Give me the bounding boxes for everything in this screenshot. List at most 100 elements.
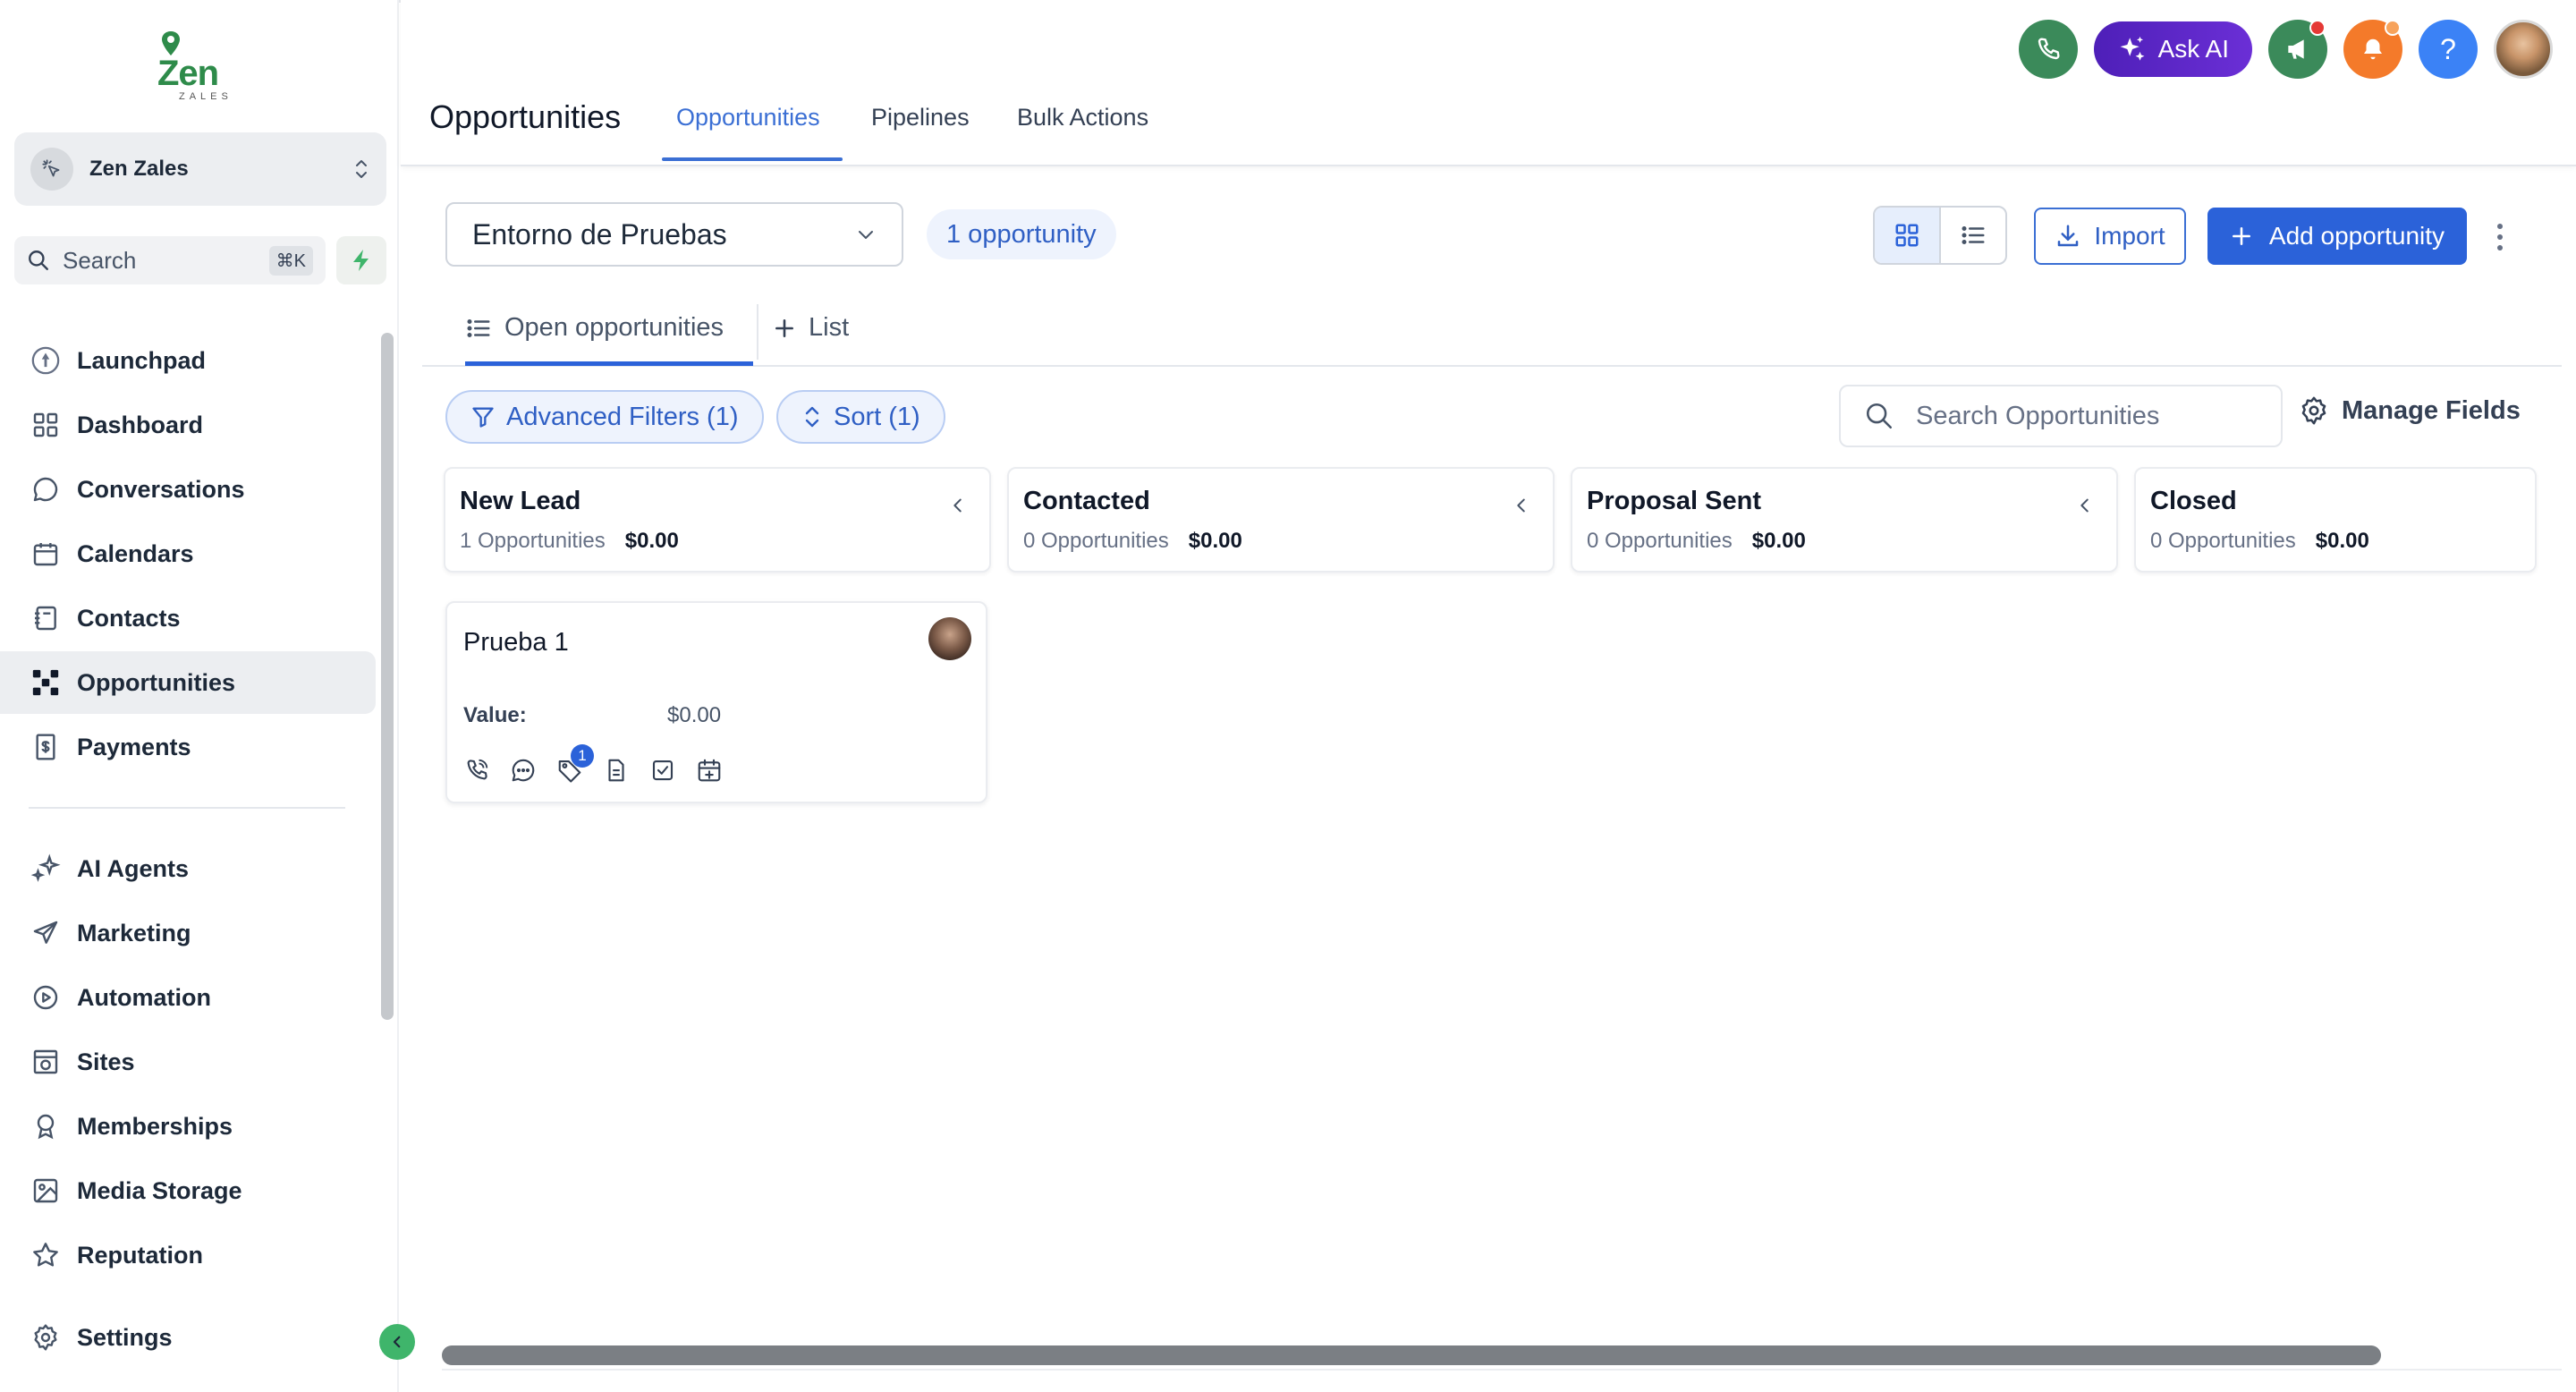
plus-icon	[2232, 227, 2250, 245]
tab-label: List	[809, 313, 850, 342]
sidebar-item-payments[interactable]: Payments	[0, 716, 376, 778]
notes-action[interactable]	[601, 755, 631, 785]
account-switcher[interactable]: Zen Zales	[14, 132, 386, 206]
sidebar-item-calendars[interactable]: Calendars	[0, 522, 376, 585]
chat-icon	[29, 472, 63, 506]
pipeline-value: Entorno de Pruebas	[472, 217, 727, 250]
board-horizontal-scrollbar[interactable]	[442, 1345, 2381, 1365]
message-action[interactable]	[508, 755, 538, 785]
sidebar-item-marketing[interactable]: Marketing	[0, 902, 376, 964]
collapse-sidebar-button[interactable]	[379, 1324, 415, 1360]
notifications-button[interactable]	[2343, 20, 2402, 79]
calendar-icon	[29, 537, 63, 571]
assignee-avatar[interactable]	[928, 617, 971, 660]
megaphone-icon	[2288, 39, 2304, 59]
sidebar-item-automation[interactable]: Automation	[0, 966, 376, 1029]
add-opportunity-button[interactable]: Add opportunity	[2207, 208, 2467, 265]
checkbox-icon	[652, 760, 674, 781]
chat-icon	[512, 759, 535, 782]
globe-icon	[29, 1045, 63, 1079]
sort-button[interactable]: Sort (1)	[776, 390, 945, 444]
notification-dot	[2385, 20, 2401, 36]
stage-count: 0 Opportunities	[1587, 529, 1733, 553]
gear-icon	[2301, 396, 2326, 425]
card-actions: 1	[462, 744, 724, 785]
advanced-filters-button[interactable]: Advanced Filters (1)	[445, 390, 764, 444]
stage-title: Closed	[2150, 487, 2237, 515]
chevron-left-icon[interactable]	[948, 496, 968, 515]
phone-icon	[2038, 38, 2060, 60]
opportunity-card[interactable]: Prueba 1 Value: $0.00 1	[445, 601, 987, 803]
pipeline-select[interactable]: Entorno de Pruebas	[445, 202, 903, 267]
user-avatar[interactable]	[2494, 20, 2553, 79]
opportunity-title: Prueba 1	[463, 628, 569, 657]
help-icon: ?	[2440, 32, 2456, 65]
opportunities-icon	[29, 666, 63, 700]
stage-column-closed: Closed 0 Opportunities $0.00	[2134, 467, 2537, 573]
sidebar-item-opportunities[interactable]: Opportunities	[0, 651, 376, 714]
stage-title: Contacted	[1023, 487, 1150, 515]
sort-icon	[805, 406, 819, 428]
chevron-left-icon[interactable]	[1512, 496, 1531, 515]
call-action[interactable]	[462, 755, 492, 785]
sidebar-item-memberships[interactable]: Memberships	[0, 1095, 376, 1158]
payments-icon	[29, 730, 63, 764]
sidebar-nav-footer: Settings	[0, 1306, 376, 1371]
stage-count: 1 Opportunities	[460, 529, 606, 553]
tab-opportunities[interactable]: Opportunities	[676, 104, 820, 132]
sidebar-item-contacts[interactable]: Contacts	[0, 587, 376, 649]
stage-column-proposal-sent: Proposal Sent 0 Opportunities $0.00	[1571, 467, 2118, 573]
chevron-left-icon[interactable]	[2075, 496, 2095, 515]
active-subtab-indicator	[465, 361, 753, 366]
sidebar-item-reputation[interactable]: Reputation	[0, 1224, 376, 1286]
sidebar-divider	[29, 807, 345, 809]
view-toggle	[1873, 206, 2007, 265]
sidebar-item-label: Automation	[77, 983, 211, 1011]
sort-label: Sort (1)	[834, 402, 920, 431]
sidebar-item-conversations[interactable]: Conversations	[0, 458, 376, 521]
stage-column-contacted: Contacted 0 Opportunities $0.00	[1007, 467, 1555, 573]
search-opportunities-input[interactable]: Search Opportunities	[1839, 385, 2283, 447]
stage-column-new-lead: New Lead 1 Opportunities $0.00	[444, 467, 991, 573]
search-shortcut: ⌘K	[268, 245, 313, 276]
more-options-icon[interactable]	[2487, 215, 2513, 259]
sidebar-item-launchpad[interactable]: Launchpad	[0, 329, 376, 392]
phone-button[interactable]	[2018, 20, 2078, 79]
tags-action[interactable]: 1	[555, 744, 594, 785]
tag-count-badge: 1	[571, 744, 594, 768]
sparkle-icon	[2120, 36, 2145, 61]
tab-label: Open opportunities	[504, 313, 724, 342]
brand-logo[interactable]: Zen ZALES	[154, 27, 243, 104]
appointment-action[interactable]	[694, 755, 724, 785]
tab-pipelines[interactable]: Pipelines	[871, 104, 970, 132]
import-button[interactable]: Import	[2034, 208, 2186, 265]
sidebar-item-settings[interactable]: Settings	[0, 1306, 376, 1369]
stage-title: Proposal Sent	[1587, 487, 1761, 515]
tab-bulk-actions[interactable]: Bulk Actions	[1017, 104, 1148, 132]
sidebar-item-dashboard[interactable]: Dashboard	[0, 394, 376, 456]
help-button[interactable]: ?	[2419, 20, 2478, 79]
sidebar-item-label: Settings	[77, 1323, 173, 1351]
sidebar-item-label: AI Agents	[77, 854, 190, 882]
quick-actions-button[interactable]	[336, 236, 386, 284]
sidebar-scrollbar[interactable]	[381, 333, 394, 1020]
ask-ai-button[interactable]: Ask AI	[2093, 21, 2252, 77]
add-list-tab[interactable]: List	[773, 313, 849, 343]
announcements-button[interactable]	[2268, 20, 2327, 79]
send-icon	[29, 916, 63, 950]
sidebar-item-sites[interactable]: Sites	[0, 1031, 376, 1093]
stage-title: New Lead	[460, 487, 581, 515]
manage-fields-button[interactable]: Manage Fields	[2299, 395, 2521, 426]
tab-open-opportunities[interactable]: Open opportunities	[465, 313, 724, 343]
sidebar-item-ai-agents[interactable]: AI Agents	[0, 837, 376, 900]
tasks-action[interactable]	[648, 755, 678, 785]
list-view-button[interactable]	[1941, 208, 2005, 263]
page-title: Opportunities	[429, 98, 622, 135]
sidebar-item-media-storage[interactable]: Media Storage	[0, 1159, 376, 1222]
sidebar-search[interactable]: Search ⌘K	[14, 236, 326, 284]
star-icon	[29, 1238, 63, 1272]
board-view-button[interactable]	[1875, 208, 1941, 263]
sidebar-item-label: Payments	[77, 733, 191, 760]
subtab-divider	[757, 304, 758, 360]
sparkle-icon	[29, 852, 63, 886]
